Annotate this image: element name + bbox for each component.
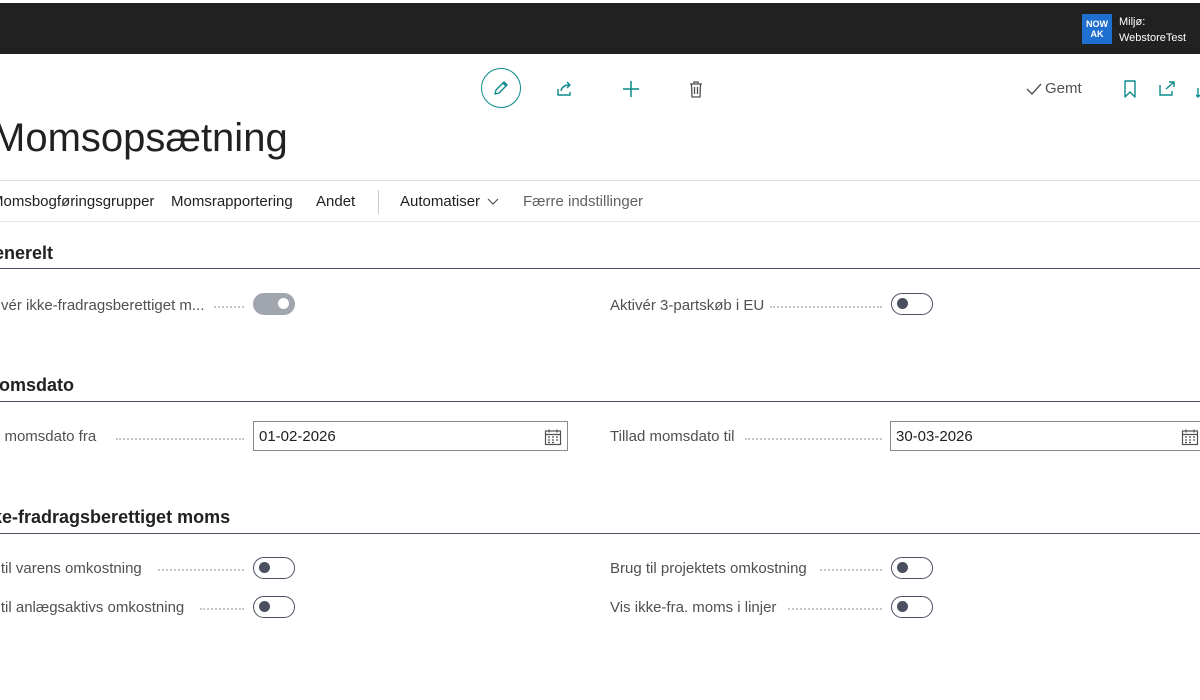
- top-app-bar: [0, 0, 1200, 54]
- trash-icon: [690, 81, 702, 98]
- toggle-fixed-asset-cost[interactable]: [253, 596, 295, 618]
- chevron-down-icon: [487, 198, 499, 205]
- open-new-window-icon: [1159, 81, 1175, 96]
- env-badge-line2: AK: [1090, 29, 1104, 39]
- bookmark-button[interactable]: [1119, 78, 1141, 100]
- checkmark-icon: [1026, 83, 1042, 95]
- environment-label: Miljø: WebstoreTest: [1119, 14, 1186, 46]
- field-leader: [158, 569, 244, 571]
- field-leader: [116, 438, 244, 440]
- top-border: [0, 0, 1200, 3]
- vat-date-to-value: 30-03-2026: [896, 428, 973, 445]
- field-label-vat-date-from: Tillad momsdato fra: [0, 428, 97, 445]
- field-label-show-in-lines: Vis ikke-fra. moms i linjer: [610, 599, 777, 616]
- page-title: Momsopsætning: [0, 116, 288, 160]
- toggle-eu-3-party[interactable]: [891, 293, 933, 315]
- nav-divider-bottom: [0, 221, 1200, 222]
- nav-item-vat-posting-groups[interactable]: Momsbogføringsgrupper: [0, 193, 154, 210]
- pencil-icon: [494, 81, 508, 95]
- field-label-fixed-asset-cost: Brug til anlægsaktivs omkostning: [0, 599, 185, 616]
- section-title-vat-date[interactable]: Momsdato: [0, 375, 74, 396]
- toggle-knob: [897, 298, 908, 309]
- new-button[interactable]: [620, 78, 642, 100]
- field-leader: [788, 608, 882, 610]
- env-badge-line1: NOW: [1086, 19, 1108, 29]
- vat-date-from-value: 01-02-2026: [259, 428, 336, 445]
- toggle-nondeductible[interactable]: [253, 293, 295, 315]
- toggle-item-cost[interactable]: [253, 557, 295, 579]
- nav-item-other[interactable]: Andet: [316, 193, 355, 210]
- field-leader: [200, 608, 244, 610]
- toggle-knob: [259, 601, 270, 612]
- calendar-icon[interactable]: [1181, 428, 1199, 446]
- field-label-item-cost: Brug til varens omkostning: [0, 560, 142, 577]
- nav-item-vat-reporting[interactable]: Momsrapportering: [171, 193, 293, 210]
- env-label-title: Miljø:: [1119, 16, 1146, 28]
- section-divider-nondeductible: [0, 533, 1200, 534]
- saved-label: Gemt: [1045, 80, 1082, 97]
- env-label-name: WebstoreTest: [1119, 32, 1187, 44]
- toggle-knob: [259, 562, 270, 573]
- toggle-knob: [897, 562, 908, 573]
- nav-item-automate[interactable]: Automatiser: [400, 193, 499, 210]
- toggle-show-in-lines[interactable]: [891, 596, 933, 618]
- bookmark-icon: [1124, 80, 1136, 98]
- share-button[interactable]: [554, 78, 576, 100]
- field-label-eu-3-party: Aktivér 3-partskøb i EU: [610, 297, 765, 314]
- collapse-icon[interactable]: [1196, 86, 1200, 98]
- field-leader: [820, 569, 882, 571]
- field-leader: [214, 306, 244, 308]
- field-label-nondeductible: Aktivér ikke-fradragsberettiget m...: [0, 297, 205, 314]
- toggle-project-cost[interactable]: [891, 557, 933, 579]
- field-leader: [770, 306, 882, 308]
- section-title-nondeductible[interactable]: Ikke-fradragsberettiget moms: [0, 507, 230, 528]
- open-new-window-button[interactable]: [1156, 78, 1178, 100]
- environment-badge[interactable]: NOW AK: [1082, 14, 1112, 44]
- edit-button[interactable]: [481, 68, 521, 108]
- section-title-general[interactable]: Generelt: [0, 243, 53, 264]
- calendar-icon[interactable]: [544, 428, 562, 446]
- section-divider-general: [0, 268, 1200, 269]
- toggle-knob: [897, 601, 908, 612]
- vat-date-from-input[interactable]: 01-02-2026: [253, 421, 568, 451]
- nav-separator: [378, 190, 379, 214]
- fewer-options-button[interactable]: Færre indstillinger: [523, 193, 643, 210]
- share-icon: [557, 81, 571, 96]
- plus-icon: [623, 81, 639, 97]
- field-label-project-cost: Brug til projektets omkostning: [610, 560, 807, 577]
- section-divider-vat-date: [0, 401, 1200, 402]
- field-leader: [745, 438, 882, 440]
- nav-divider-top: [0, 180, 1200, 181]
- saved-status: Gemt: [1026, 80, 1082, 97]
- nav-automate-label: Automatiser: [400, 193, 481, 210]
- field-label-vat-date-to: Tillad momsdato til: [610, 428, 735, 445]
- delete-button[interactable]: [685, 78, 707, 100]
- vat-date-to-input[interactable]: 30-03-2026: [890, 421, 1200, 451]
- toggle-knob: [278, 298, 289, 309]
